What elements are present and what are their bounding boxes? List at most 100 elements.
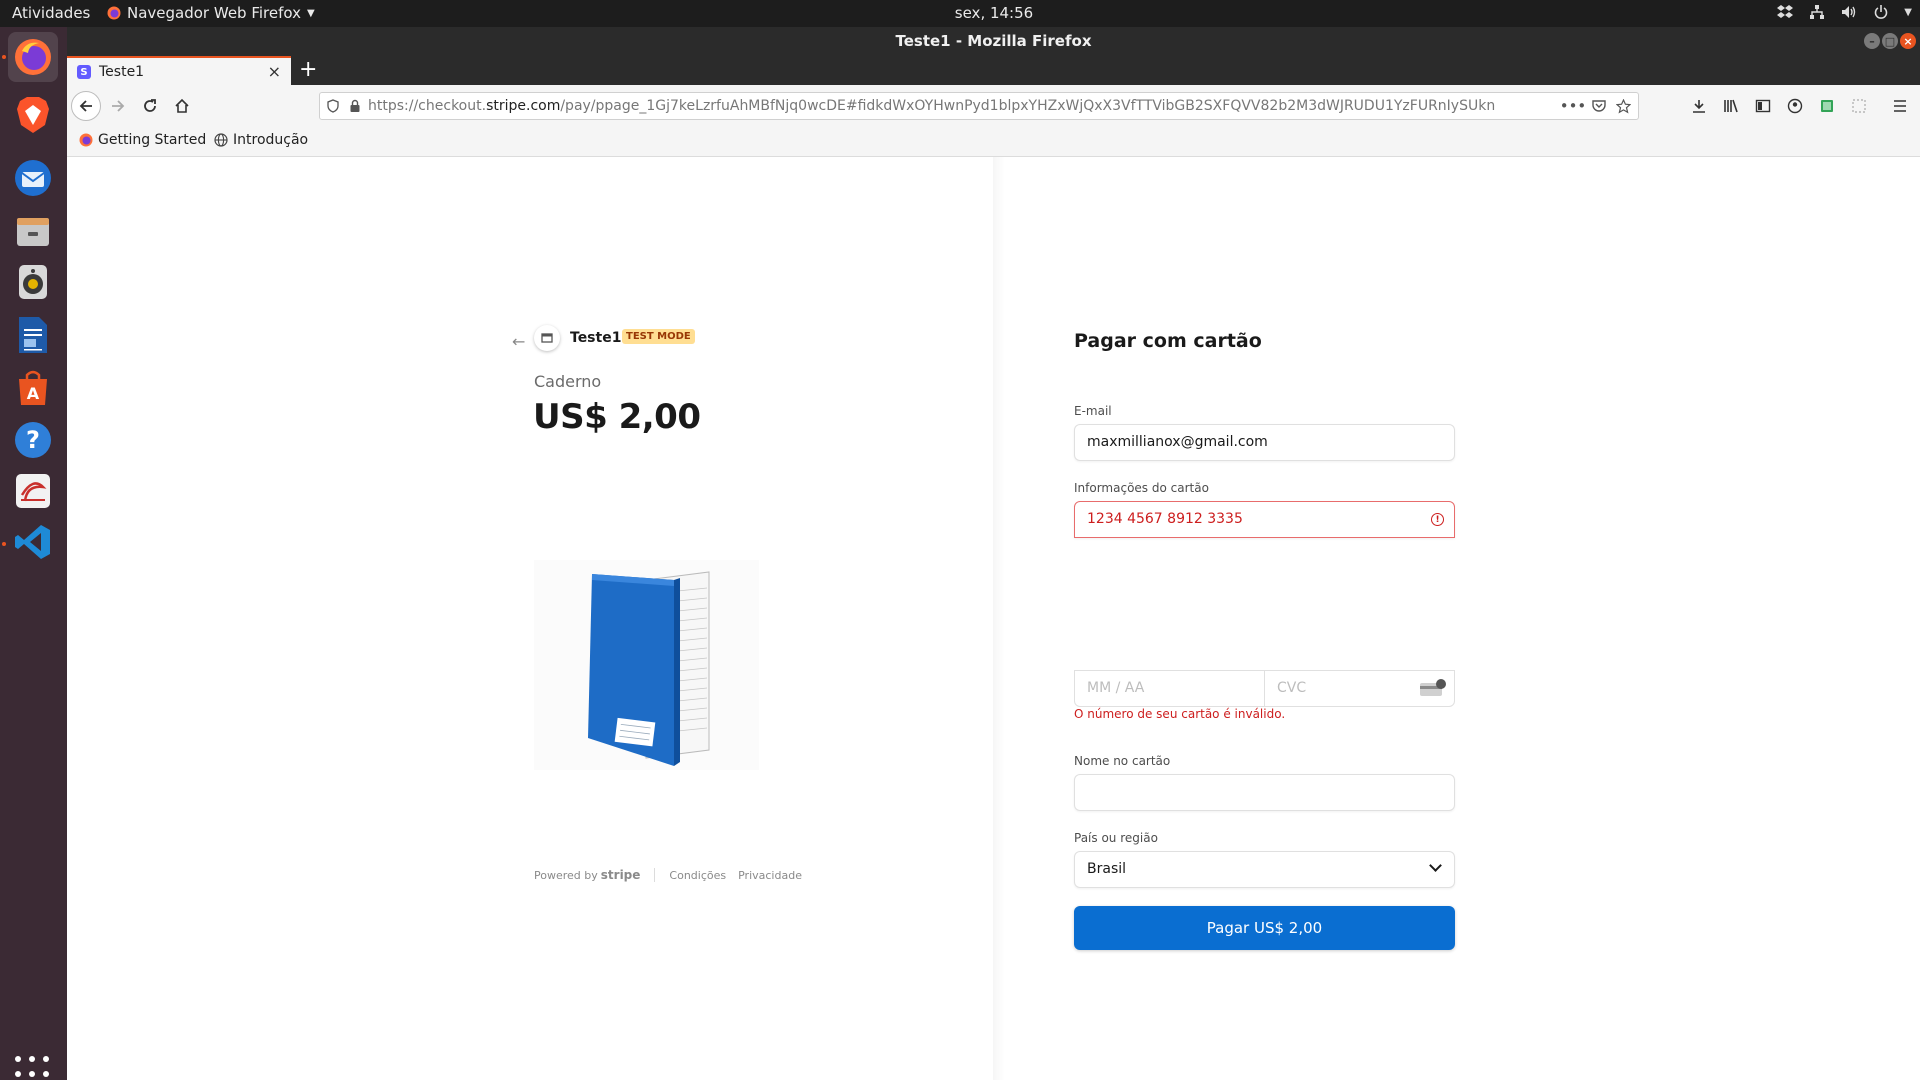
hamburger-menu-button[interactable] [1885, 91, 1915, 121]
download-icon [1693, 100, 1705, 113]
library-button[interactable] [1716, 91, 1746, 121]
dock-help[interactable]: ? [8, 415, 58, 465]
home-button[interactable] [167, 91, 197, 121]
card-info-label: Informações do cartão [1074, 481, 1209, 495]
window-titlebar: Teste1 - Mozilla Firefox – □ × [67, 27, 1920, 55]
brave-icon [17, 97, 49, 133]
url-path: /pay/ppage_1Gj7keLzrfuAhMBfNjq0wcDE#fidk… [560, 98, 1496, 114]
product-image [534, 560, 759, 770]
dock-document-viewer[interactable] [8, 466, 58, 516]
bookmark-star-icon[interactable] [1614, 97, 1632, 115]
arrow-left-icon [79, 100, 92, 112]
clock[interactable]: sex, 14:56 [0, 4, 1920, 22]
back-arrow-icon[interactable]: ← [512, 332, 525, 351]
vscode-icon [15, 525, 50, 559]
chevron-down-icon[interactable]: ▼ [1904, 7, 1912, 18]
country-label: País ou região [1074, 831, 1158, 845]
reload-button[interactable] [135, 91, 165, 121]
dock-brave[interactable] [8, 90, 58, 140]
extension-icon [1821, 100, 1833, 112]
error-icon: ! [1431, 513, 1444, 526]
close-window-button[interactable]: × [1900, 33, 1916, 49]
minimize-button[interactable]: – [1864, 33, 1880, 49]
firefox-icon [15, 39, 51, 75]
stripe-logo[interactable]: stripe [601, 868, 641, 882]
product-summary-pane: ← Teste1 TEST MODE Caderno US$ 2,00 Powe… [67, 157, 993, 1080]
card-number-value: 1234 4567 8912 3335 [1087, 511, 1243, 527]
checkout-page: ← Teste1 TEST MODE Caderno US$ 2,00 Powe… [67, 157, 1920, 1080]
show-applications-button[interactable] [15, 1056, 51, 1080]
pay-button[interactable]: Pagar US$ 2,00 [1074, 906, 1455, 950]
cvc-field[interactable]: CVC [1264, 670, 1455, 707]
email-field[interactable]: maxmillianox@gmail.com [1074, 424, 1455, 461]
software-icon: A [19, 370, 47, 405]
downloads-button[interactable] [1684, 91, 1714, 121]
lock-icon[interactable] [346, 97, 364, 115]
extension-green-button[interactable] [1812, 91, 1842, 121]
screenshot-icon [1852, 99, 1866, 113]
name-on-card-label: Nome no cartão [1074, 754, 1171, 768]
files-icon [17, 218, 49, 246]
chevron-down-icon [1429, 859, 1442, 872]
email-value: maxmillianox@gmail.com [1087, 434, 1268, 450]
forward-button[interactable] [103, 91, 133, 121]
page-actions-icon[interactable]: ••• [1560, 97, 1587, 115]
dock-writer[interactable] [8, 310, 58, 360]
country-select[interactable]: Brasil [1074, 851, 1455, 888]
dropbox-icon[interactable] [1776, 3, 1794, 21]
network-icon[interactable] [1808, 3, 1826, 21]
dock-files[interactable] [8, 205, 58, 255]
tab-strip [67, 55, 1920, 85]
library-icon [1724, 99, 1738, 113]
menu-icon [1894, 100, 1906, 112]
screenshot-button[interactable] [1844, 91, 1874, 121]
dock-thunderbird[interactable] [8, 153, 58, 203]
new-tab-button[interactable]: + [299, 57, 317, 82]
sidebar-icon [1755, 99, 1771, 113]
dock-rhythmbox[interactable] [8, 257, 58, 307]
checkout-footer: Powered by stripe Condições Privacidade [534, 868, 814, 882]
window-title: Teste1 - Mozilla Firefox [895, 32, 1092, 50]
pane-divider [993, 157, 1005, 1080]
expiry-field[interactable]: MM / AA [1074, 670, 1265, 707]
tab-teste1[interactable]: S Teste1 × [67, 56, 291, 86]
close-tab-icon[interactable]: × [268, 62, 281, 81]
volume-icon[interactable] [1840, 3, 1858, 21]
account-icon [1787, 98, 1803, 114]
dock-vscode[interactable] [8, 517, 58, 567]
back-button[interactable] [71, 91, 101, 121]
sidebar-button[interactable] [1748, 91, 1778, 121]
tab-title: Teste1 [99, 64, 145, 80]
bookmarks-toolbar: Getting Started Introdução [67, 127, 1920, 157]
product-name: Caderno [534, 372, 602, 391]
privacy-link[interactable]: Privacidade [738, 869, 802, 882]
reload-icon [144, 99, 156, 112]
writer-icon [19, 317, 47, 353]
account-button[interactable] [1780, 91, 1810, 121]
url-text: https://checkout.stripe.com/pay/ppage_1G… [368, 98, 1498, 114]
navigation-toolbar: https://checkout.stripe.com/pay/ppage_1G… [67, 85, 1920, 127]
dock-software[interactable]: A [8, 362, 58, 412]
footer-divider [654, 868, 656, 882]
name-on-card-field[interactable] [1074, 774, 1455, 811]
terms-link[interactable]: Condições [669, 869, 726, 882]
help-icon: ? [15, 422, 51, 458]
bookmark-getting-started[interactable]: Getting Started [79, 132, 206, 148]
expiry-placeholder: MM / AA [1087, 680, 1145, 696]
store-icon [534, 325, 560, 351]
bookmark-introducao[interactable]: Introdução [214, 132, 308, 148]
system-tray: ▼ [1776, 3, 1912, 21]
pocket-icon[interactable] [1590, 97, 1608, 115]
url-bar[interactable]: https://checkout.stripe.com/pay/ppage_1G… [319, 92, 1639, 120]
dock-firefox[interactable] [8, 32, 58, 82]
cvc-badge-icon [1436, 679, 1446, 689]
bookmark-label: Introdução [233, 132, 309, 148]
power-icon[interactable] [1872, 3, 1890, 21]
product-price: US$ 2,00 [533, 397, 701, 437]
maximize-button[interactable]: □ [1882, 33, 1898, 49]
pay-button-label: Pagar US$ 2,00 [1206, 919, 1323, 937]
thunderbird-icon [15, 160, 51, 196]
card-number-field[interactable]: 1234 4567 8912 3335 ! [1074, 501, 1455, 538]
shield-icon[interactable] [324, 97, 342, 115]
powered-by-text: Powered by [534, 868, 598, 882]
